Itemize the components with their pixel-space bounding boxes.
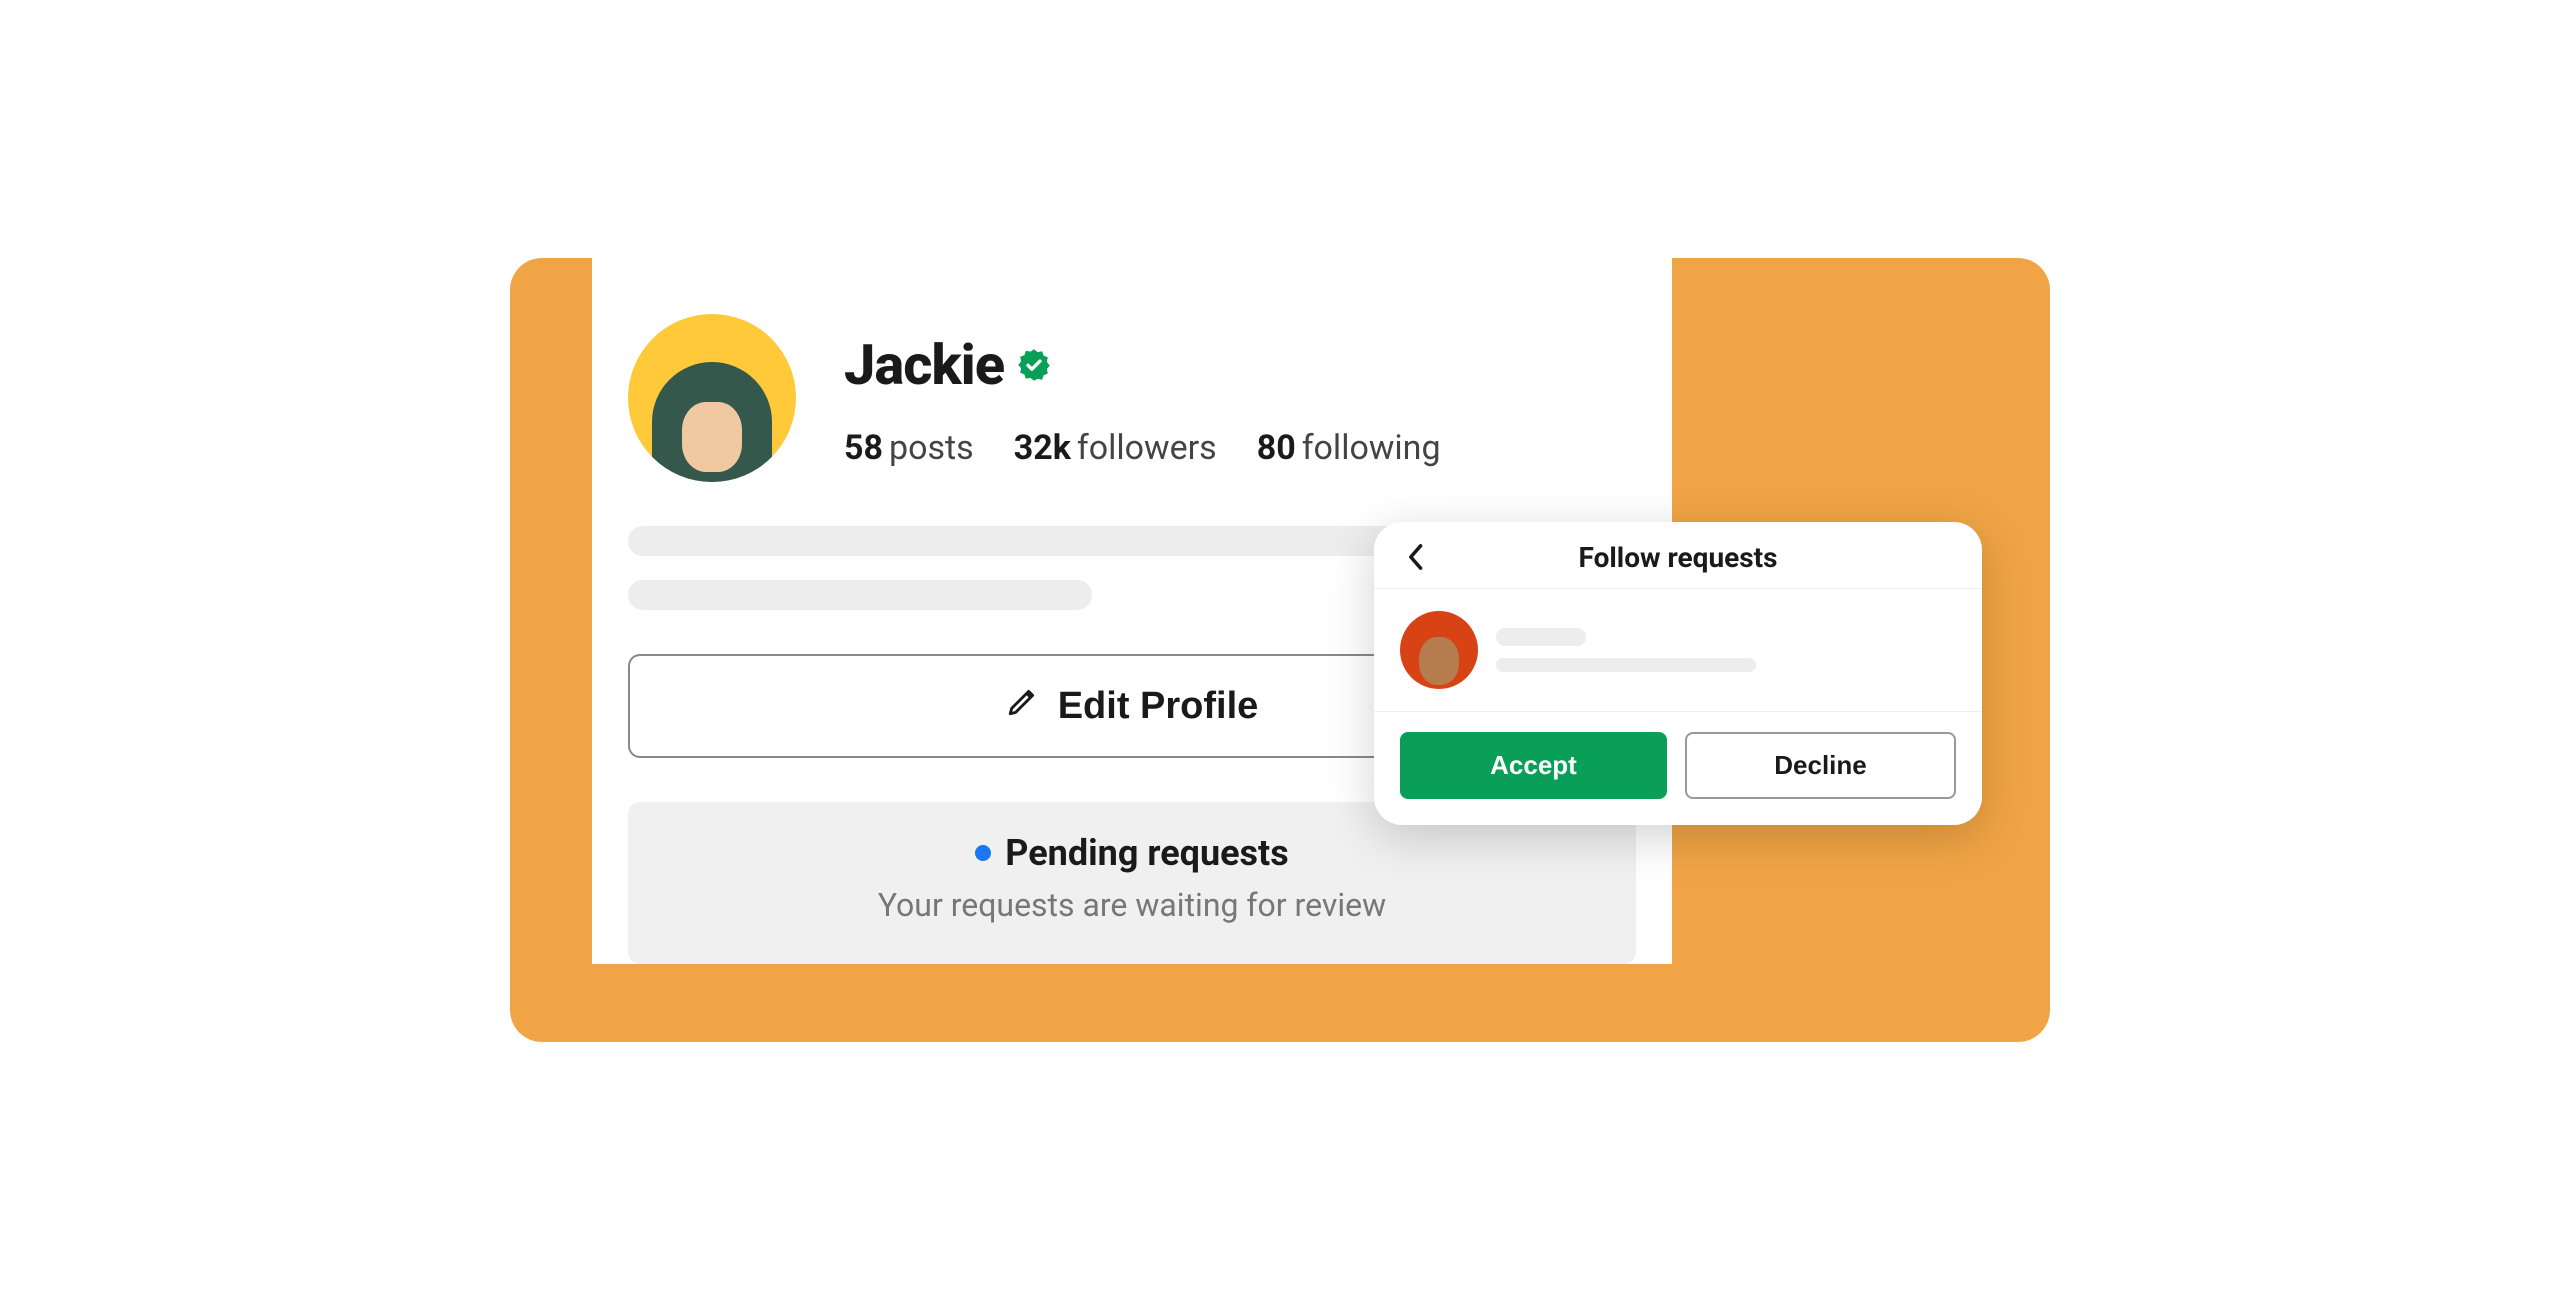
stat-following[interactable]: 80following	[1257, 428, 1441, 468]
skeleton-line	[1496, 628, 1586, 646]
pending-requests-card[interactable]: Pending requests Your requests are waiti…	[628, 802, 1636, 964]
posts-label: posts	[889, 428, 974, 468]
decline-button[interactable]: Decline	[1685, 732, 1956, 799]
followers-count: 32k	[1014, 428, 1071, 468]
skeleton-line	[1496, 658, 1756, 672]
accept-button[interactable]: Accept	[1400, 732, 1667, 799]
profile-header: Jackie 58posts 32kfollowers	[628, 314, 1636, 482]
modal-title: Follow requests	[1374, 541, 1982, 574]
pencil-icon	[1006, 684, 1040, 728]
follow-request-item[interactable]	[1374, 589, 1982, 712]
following-label: following	[1302, 428, 1441, 468]
skeleton-line	[628, 580, 1092, 610]
stat-posts[interactable]: 58posts	[844, 428, 974, 468]
requester-info	[1496, 628, 1956, 672]
profile-info: Jackie 58posts 32kfollowers	[844, 314, 1441, 468]
verified-badge-icon	[1016, 347, 1052, 383]
chevron-left-icon	[1406, 543, 1424, 571]
modal-actions: Accept Decline	[1374, 712, 1982, 825]
edit-profile-label: Edit Profile	[1058, 685, 1259, 728]
requester-avatar	[1400, 611, 1478, 689]
modal-header: Follow requests	[1374, 522, 1982, 589]
notification-dot-icon	[975, 845, 991, 861]
app-canvas: Jackie 58posts 32kfollowers	[510, 258, 2050, 1042]
profile-name-row: Jackie	[844, 332, 1441, 398]
following-count: 80	[1257, 428, 1296, 468]
profile-name: Jackie	[844, 332, 1004, 398]
profile-stats: 58posts 32kfollowers 80following	[844, 428, 1441, 468]
back-button[interactable]	[1400, 542, 1430, 572]
follow-requests-modal: Follow requests Accept Decline	[1374, 522, 1982, 825]
followers-label: followers	[1077, 428, 1217, 468]
pending-title-row: Pending requests	[975, 832, 1288, 874]
stat-followers[interactable]: 32kfollowers	[1014, 428, 1217, 468]
posts-count: 58	[844, 428, 883, 468]
pending-title: Pending requests	[1005, 832, 1288, 874]
pending-subtitle: Your requests are waiting for review	[658, 886, 1606, 924]
avatar[interactable]	[628, 314, 796, 482]
